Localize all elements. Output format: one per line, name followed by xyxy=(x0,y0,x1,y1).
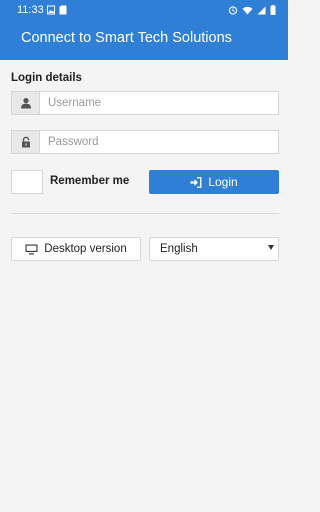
caret-down-icon xyxy=(268,245,274,250)
login-button-label: Login xyxy=(208,175,238,189)
username-row: Username xyxy=(11,91,279,115)
wifi-icon xyxy=(242,6,253,14)
language-select[interactable]: English xyxy=(149,237,279,261)
remember-me-label: Remember me xyxy=(50,175,130,187)
user-icon xyxy=(20,98,31,109)
monitor-icon xyxy=(25,244,38,254)
lock-icon xyxy=(21,136,30,148)
status-time: 11:33 xyxy=(17,4,44,16)
divider xyxy=(11,213,279,214)
password-input[interactable]: Password xyxy=(39,130,279,154)
username-addon xyxy=(11,91,39,115)
battery-icon xyxy=(270,5,276,15)
username-input[interactable]: Username xyxy=(39,91,279,115)
app-bar: Connect to Smart Tech Solutions xyxy=(0,22,288,60)
language-selected-value: English xyxy=(160,243,198,255)
password-addon xyxy=(11,130,39,154)
signal-icon xyxy=(257,6,266,14)
desktop-version-label: Desktop version xyxy=(44,243,127,255)
sign-in-icon xyxy=(190,176,202,188)
login-button[interactable]: Login xyxy=(149,170,279,194)
alarm-icon xyxy=(228,6,238,15)
app-title: Connect to Smart Tech Solutions xyxy=(21,30,232,46)
status-bar: 11:33 xyxy=(0,0,288,22)
sd-card-icon xyxy=(59,5,67,15)
photo-icon xyxy=(47,5,55,15)
remember-me-checkbox[interactable] xyxy=(11,170,43,194)
login-details-label: Login details xyxy=(11,72,82,84)
desktop-version-button[interactable]: Desktop version xyxy=(11,237,141,261)
password-row: Password xyxy=(11,130,279,154)
